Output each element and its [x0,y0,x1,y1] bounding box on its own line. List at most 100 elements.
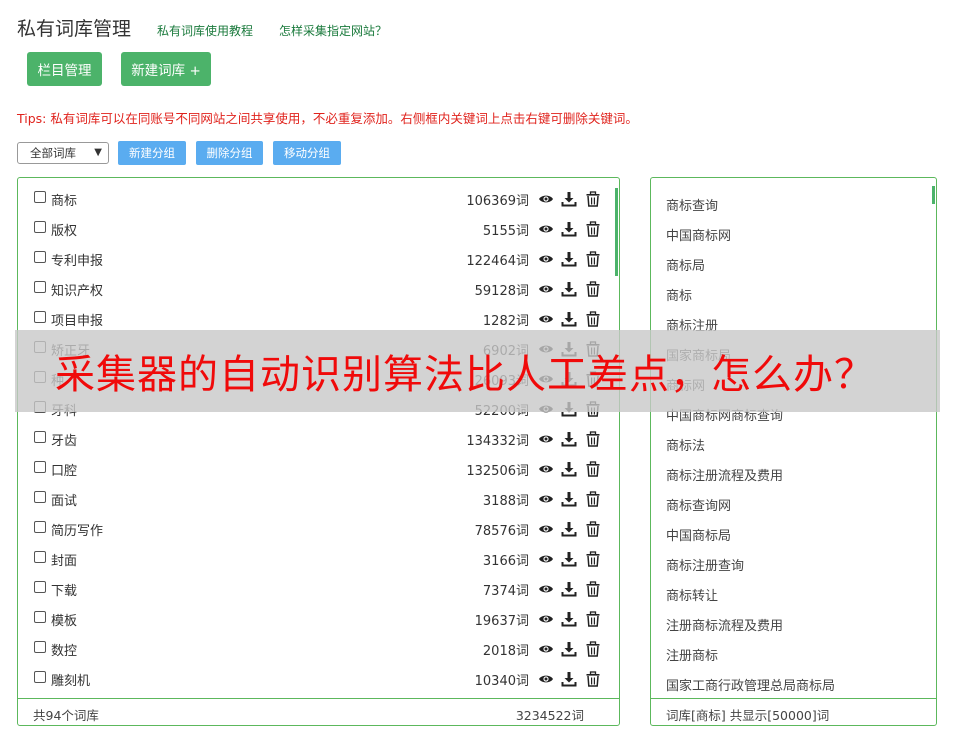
row-checkbox[interactable] [34,431,46,443]
table-row[interactable]: 数控 2018词 [18,634,619,664]
move-group-button[interactable]: 移动分组 [273,141,341,165]
download-icon[interactable] [561,431,577,447]
library-name[interactable]: 简历写作 [51,520,103,539]
row-checkbox[interactable] [34,281,46,293]
library-name[interactable]: 专利申报 [51,250,103,269]
library-name[interactable]: 模板 [51,610,77,629]
library-name[interactable]: 口腔 [51,460,77,479]
table-row[interactable]: 封面 3166词 [18,544,619,574]
keyword-item[interactable]: 国家工商行政管理总局商标局 [651,669,936,699]
download-icon[interactable] [561,191,577,207]
library-name[interactable]: 版权 [51,220,77,239]
trash-icon[interactable] [585,581,601,597]
eye-icon[interactable] [538,431,554,447]
trash-icon[interactable] [585,311,601,327]
download-icon[interactable] [561,521,577,537]
collect-site-link[interactable]: 怎样采集指定网站？ [279,22,387,39]
table-row[interactable]: 版权 5155词 [18,214,619,244]
table-row[interactable]: 模板 19637词 [18,604,619,634]
trash-icon[interactable] [585,191,601,207]
row-checkbox[interactable] [34,521,46,533]
keyword-item[interactable]: 商标注册查询 [651,549,936,579]
trash-icon[interactable] [585,551,601,567]
row-checkbox[interactable] [34,671,46,683]
trash-icon[interactable] [585,221,601,237]
tutorial-link[interactable]: 私有词库使用教程 [157,22,253,39]
eye-icon[interactable] [538,281,554,297]
keyword-list[interactable]: 商标查询中国商标网商标局商标商标注册国家商标局商标网中国商标网商标查询商标法商标… [651,189,936,699]
download-icon[interactable] [561,221,577,237]
keyword-item[interactable]: 商标法 [651,429,936,459]
download-icon[interactable] [561,641,577,657]
library-name[interactable]: 项目申报 [51,310,103,329]
row-checkbox[interactable] [34,221,46,233]
trash-icon[interactable] [585,491,601,507]
delete-group-button[interactable]: 删除分组 [196,141,263,165]
row-checkbox[interactable] [34,311,46,323]
trash-icon[interactable] [585,611,601,627]
keyword-item[interactable]: 商标局 [651,249,936,279]
eye-icon[interactable] [538,551,554,567]
trash-icon[interactable] [585,251,601,267]
row-checkbox[interactable] [34,491,46,503]
download-icon[interactable] [561,491,577,507]
download-icon[interactable] [561,581,577,597]
table-row[interactable]: 商标 106369词 [18,184,619,214]
new-group-button[interactable]: 新建分组 [118,141,186,165]
table-row[interactable]: 面试 3188词 [18,484,619,514]
table-row[interactable]: 牙齿 134332词 [18,424,619,454]
column-manage-button[interactable]: 栏目管理 [27,52,102,86]
download-icon[interactable] [561,251,577,267]
library-name[interactable]: 牙齿 [51,430,77,449]
keyword-item[interactable]: 商标转让 [651,579,936,609]
download-icon[interactable] [561,311,577,327]
keyword-item[interactable]: 中国商标网 [651,219,936,249]
library-name[interactable]: 数控 [51,640,77,659]
row-checkbox[interactable] [34,191,46,203]
library-list-scrollbar[interactable] [615,188,618,276]
row-checkbox[interactable] [34,461,46,473]
row-checkbox[interactable] [34,581,46,593]
table-row[interactable]: 知识产权 59128词 [18,274,619,304]
table-row[interactable]: 下载 7374词 [18,574,619,604]
trash-icon[interactable] [585,431,601,447]
new-library-button[interactable]: 新建词库 + [121,52,211,86]
keyword-item[interactable]: 商标注册流程及费用 [651,459,936,489]
row-checkbox[interactable] [34,641,46,653]
library-filter-select[interactable]: 全部词库 ▼ [17,142,109,164]
row-checkbox[interactable] [34,611,46,623]
trash-icon[interactable] [585,641,601,657]
eye-icon[interactable] [538,641,554,657]
keyword-item[interactable]: 注册商标 [651,639,936,669]
row-checkbox[interactable] [34,551,46,563]
library-name[interactable]: 封面 [51,550,77,569]
library-list[interactable]: 商标 106369词 版权 5155词 专利申报 122464词 知识产权 59128词项目申… [18,184,619,697]
eye-icon[interactable] [538,461,554,477]
eye-icon[interactable] [538,611,554,627]
trash-icon[interactable] [585,671,601,687]
download-icon[interactable] [561,671,577,687]
library-name[interactable]: 知识产权 [51,280,103,299]
eye-icon[interactable] [538,491,554,507]
keyword-item[interactable]: 商标 [651,279,936,309]
eye-icon[interactable] [538,251,554,267]
eye-icon[interactable] [538,581,554,597]
table-row[interactable]: 专利申报 122464词 [18,244,619,274]
row-checkbox[interactable] [34,251,46,263]
trash-icon[interactable] [585,281,601,297]
library-name[interactable]: 雕刻机 [51,670,90,689]
trash-icon[interactable] [585,521,601,537]
eye-icon[interactable] [538,221,554,237]
keyword-list-scrollbar[interactable] [932,186,935,204]
eye-icon[interactable] [538,671,554,687]
download-icon[interactable] [561,611,577,627]
keyword-item[interactable]: 注册商标流程及费用 [651,609,936,639]
library-name[interactable]: 下载 [51,580,77,599]
table-row[interactable]: 雕刻机 10340词 [18,664,619,694]
table-row[interactable]: 口腔 132506词 [18,454,619,484]
keyword-item[interactable]: 商标查询 [651,189,936,219]
download-icon[interactable] [561,551,577,567]
download-icon[interactable] [561,461,577,477]
eye-icon[interactable] [538,521,554,537]
trash-icon[interactable] [585,461,601,477]
